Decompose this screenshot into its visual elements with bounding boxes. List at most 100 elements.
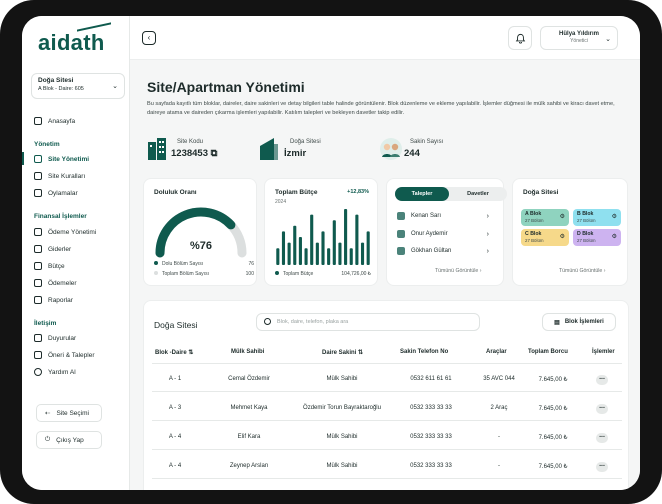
budget-bar — [304, 248, 308, 265]
gear-icon[interactable]: ⚙ — [560, 233, 565, 240]
brand-logo: aidath — [38, 30, 105, 55]
gear-icon[interactable]: ⚙ — [612, 213, 617, 220]
notifications-button[interactable] — [508, 26, 532, 50]
requests-card: Talepler Davetler Kenan Sarı › Onur Aydem… — [386, 178, 507, 286]
requests-tabs: Talepler Davetler — [395, 187, 507, 201]
site-choose-button[interactable]: ⇠ Site Seçimi — [36, 404, 102, 422]
nav-section-management: Yönetim — [34, 141, 60, 148]
nav-item-payments[interactable]: Ödemeler — [34, 279, 77, 287]
search-input[interactable]: Blok, daire, telefon, plaka ara — [256, 313, 480, 331]
residents-count: 244 — [404, 148, 420, 159]
occupancy-percent: %76 — [190, 240, 212, 252]
request-item[interactable]: Kenan Sarı › — [397, 212, 489, 220]
col-vehicles: Araçlar — [486, 349, 507, 355]
tab-invites[interactable]: Davetler — [451, 187, 505, 201]
see-all-requests-link[interactable]: Tümünü Görüntüle › — [435, 268, 481, 274]
user-icon — [397, 247, 405, 255]
col-actions: İşlemler — [592, 349, 615, 355]
residents-table-card: Doğa Sitesi Blok, daire, telefon, plaka … — [143, 300, 629, 490]
divider — [152, 449, 622, 450]
sidebar: aidath Doğa Sitesi A Blok - Daire: 605 ⌄… — [22, 16, 130, 490]
header-label: Daire Sakini — [322, 350, 357, 356]
page-description: Bu sayfada kayıtlı tüm bloklar, daireler… — [147, 101, 615, 116]
bell-icon — [515, 33, 525, 44]
budget-bar — [360, 242, 365, 265]
building-icon — [34, 155, 42, 163]
budget-bar — [344, 209, 348, 265]
copy-icon[interactable]: ⧉ — [211, 148, 218, 159]
row-actions-button[interactable]: ... — [596, 432, 608, 443]
col-resident[interactable]: Daire Sakini ⇅ — [322, 349, 363, 356]
nav-item-expenses[interactable]: Giderler — [34, 245, 71, 253]
nav-item-suggestions[interactable]: Öneri & Talepler — [34, 351, 95, 359]
sort-icon: ⇅ — [358, 350, 364, 356]
block-chip-a[interactable]: A Blok 27 Bölüm ⚙ — [521, 209, 569, 226]
nav-label: Site Yönetimi — [48, 155, 90, 163]
search-icon — [264, 318, 271, 325]
button-label: Blok İşlemleri — [564, 319, 604, 325]
card-icon — [34, 279, 42, 287]
header-label: Blok -Daire — [155, 350, 187, 356]
stat-label: Doğa Sitesi — [290, 139, 321, 145]
button-label: Site Seçimi — [56, 409, 89, 417]
budget-bar — [355, 214, 359, 265]
legend-label: Toplam Bölüm Sayısı — [162, 271, 209, 277]
table-cell: - — [498, 463, 500, 469]
back-button[interactable]: ‹ — [142, 31, 156, 45]
message-icon — [34, 351, 42, 359]
gear-icon[interactable]: ⚙ — [560, 213, 565, 220]
tablet-frame: aidath Doğa Sitesi A Blok - Daire: 605 ⌄… — [0, 0, 662, 504]
gear-icon[interactable]: ⚙ — [612, 233, 617, 240]
see-all-blocks-link[interactable]: Tümünü Görüntüle › — [559, 268, 605, 274]
nav-item-votes[interactable]: Oylamalar — [34, 189, 78, 197]
logout-button[interactable]: ⏻ Çıkış Yap — [36, 431, 102, 449]
nav-item-site-management[interactable]: Site Yönetimi — [22, 152, 90, 165]
link-label: Tümünü Görüntüle — [435, 268, 479, 274]
nav-item-reports[interactable]: Raporlar — [34, 296, 73, 304]
tab-requests[interactable]: Talepler — [395, 187, 449, 201]
nav-item-payment-management[interactable]: Ödeme Yönetimi — [34, 228, 96, 236]
nav-item-site-rules[interactable]: Site Kuralları — [34, 172, 85, 180]
people-icon — [380, 138, 402, 160]
nav-label: Ödeme Yönetimi — [48, 228, 97, 236]
nav-section-communication: İletişim — [34, 320, 57, 327]
table-cell: A - 3 — [168, 405, 182, 411]
request-item[interactable]: Onur Aydemir › — [397, 230, 489, 238]
divider — [152, 391, 622, 392]
chevron-right-icon: › — [486, 212, 489, 220]
block-operations-button[interactable]: ▤ Blok İşlemleri — [542, 313, 616, 331]
user-role: Yönetici — [570, 38, 588, 44]
arrow-left-icon: ⇠ — [45, 410, 51, 417]
row-actions-button[interactable]: ... — [596, 374, 608, 385]
occupancy-gauge: %76 — [155, 207, 247, 258]
legend-total: Toplam Bölüm Sayısı 100 — [154, 271, 254, 277]
nav-item-budget[interactable]: Bütçe — [34, 262, 65, 270]
block-chip-c[interactable]: C Blok 27 Bölüm ⚙ — [521, 229, 569, 246]
col-block-apartment[interactable]: Blok -Daire ⇅ — [155, 349, 193, 356]
request-name: Kenan Sarı — [411, 213, 442, 219]
legend-label: Dolu Bölüm Sayısı — [162, 261, 204, 267]
budget-bar — [321, 231, 325, 265]
user-menu[interactable]: Hülya Yıldırım Yönetici ⌄ — [540, 26, 618, 50]
stat-site-code: Site Kodu 1238453 ⧉ — [147, 136, 247, 162]
request-item[interactable]: Gökhan Gültan › — [397, 247, 489, 255]
nav-item-announcements[interactable]: Duyurular — [34, 334, 76, 342]
divider — [152, 478, 622, 479]
block-chip-b[interactable]: B Blok 27 Bölüm ⚙ — [573, 209, 621, 226]
card-title: Doluluk Oranı — [154, 189, 197, 196]
buildings-icon — [148, 138, 166, 160]
chevron-down-icon: ⌄ — [605, 36, 611, 43]
site-selector-unit: A Blok - Daire: 605 — [38, 86, 84, 92]
budget-bar — [287, 242, 291, 265]
budget-bar-chart — [276, 209, 370, 265]
request-name: Gökhan Gültan — [411, 248, 452, 254]
site-selector[interactable]: Doğa Sitesi A Blok - Daire: 605 ⌄ — [31, 73, 125, 99]
table-cell: Cemal Özdemir — [228, 376, 270, 382]
row-actions-button[interactable]: ... — [596, 461, 608, 472]
row-actions-button[interactable]: ... — [596, 403, 608, 414]
nav-item-home[interactable]: Anasayfa — [34, 117, 75, 125]
nav-item-help[interactable]: Yardım Al — [34, 368, 76, 376]
nav-label: Giderler — [48, 245, 72, 253]
wallet-icon — [34, 228, 42, 236]
block-chip-d[interactable]: D Blok 27 Bölüm ⚙ — [573, 229, 621, 246]
